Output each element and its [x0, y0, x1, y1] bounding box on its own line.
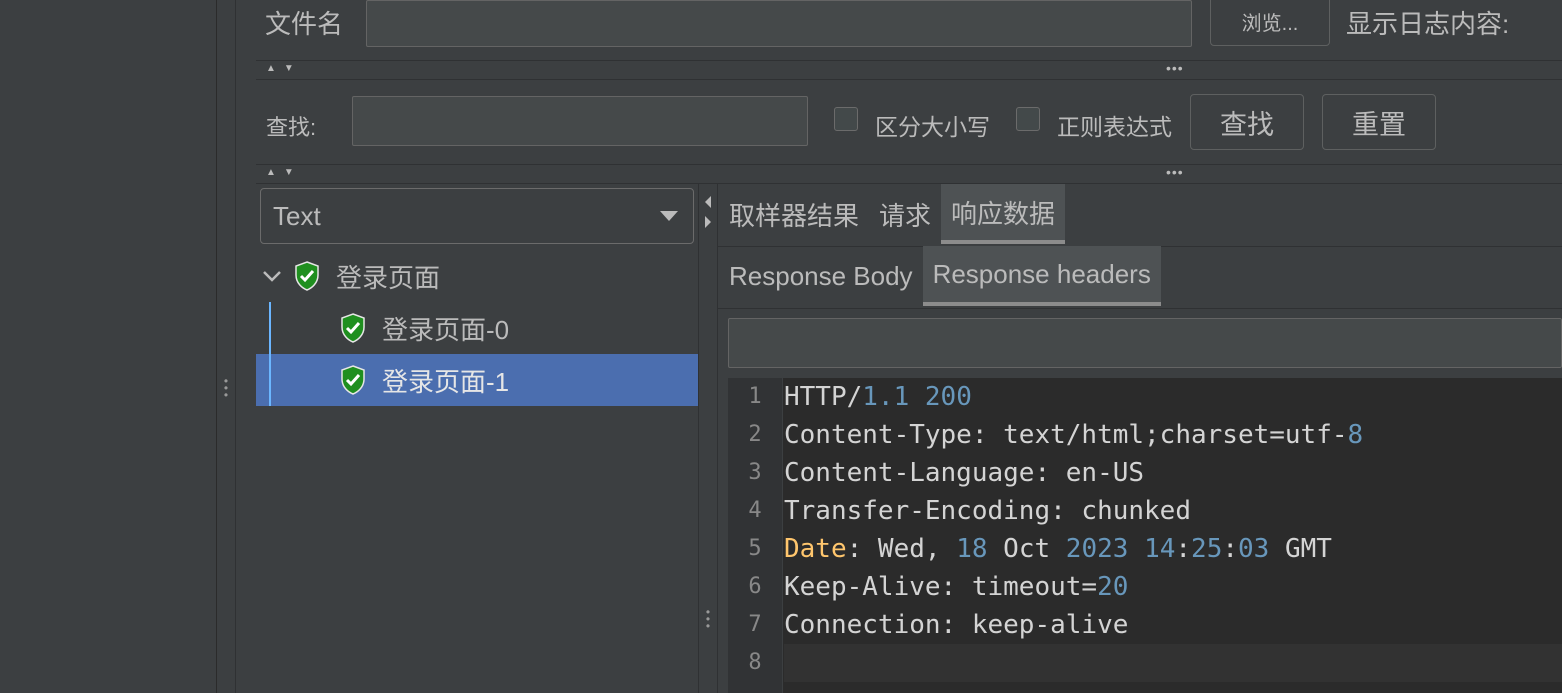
splitter-grip-icon[interactable]: • • • — [222, 375, 230, 401]
case-sensitive-label: 区分大小写 — [875, 114, 990, 140]
renderer-select[interactable]: Text — [260, 188, 694, 244]
code-line: Content-Type: text/html;charset=utf-8 — [784, 420, 1364, 450]
search-input[interactable] — [352, 96, 808, 146]
code-line: Date: Wed, 18 Oct 2023 14:25:03 GMT — [784, 534, 1332, 564]
file-name-label: 文件名 — [265, 9, 344, 39]
drag-handle-icon[interactable]: ••• — [1166, 164, 1184, 180]
code-line: Connection: keep-alive — [784, 610, 1129, 640]
code-line: HTTP/1.1 200 — [784, 382, 972, 412]
collapse-arrows-icon[interactable] — [704, 194, 712, 230]
tree-detail-splitter[interactable]: • • • — [698, 184, 718, 693]
line-number: 1 — [748, 384, 762, 409]
drag-handle-icon[interactable]: ••• — [1166, 60, 1184, 76]
main-tabs: 取样器结果 请求 响应数据 — [718, 184, 1562, 247]
code-area[interactable]: HTTP/1.1 200 Content-Type: text/html;cha… — [784, 378, 1562, 682]
code-line-current — [784, 644, 1562, 682]
response-headers-editor[interactable]: 1 2 3 4 5 6 7 8 HTTP/1.1 200 Content-Typ… — [728, 378, 1562, 693]
response-filter-input[interactable] — [728, 318, 1562, 368]
chevron-down-icon[interactable] — [262, 269, 282, 283]
regex-checkbox[interactable] — [1016, 107, 1040, 131]
up-down-arrows-icon[interactable]: ▲▼ — [266, 167, 302, 178]
tree-node-root[interactable]: 登录页面 — [256, 250, 698, 302]
code-line: Transfer-Encoding: chunked — [784, 496, 1191, 526]
regex-label: 正则表达式 — [1057, 114, 1172, 140]
left-panel — [0, 0, 217, 693]
shield-check-icon — [341, 365, 365, 395]
tree-node-child-label: 登录页面-1 — [382, 366, 510, 397]
results-tree[interactable]: 登录页面 登录页面-0 登录页面-1 — [256, 250, 698, 406]
line-number: 5 — [748, 536, 762, 561]
tab-response-headers[interactable]: Response headers — [922, 246, 1161, 306]
left-splitter[interactable]: • • • — [217, 0, 236, 693]
reset-button[interactable]: 重置 — [1322, 94, 1436, 150]
tree-node-child-0[interactable]: 登录页面-0 — [256, 302, 698, 354]
renderer-select-value: Text — [273, 201, 321, 231]
tab-response-body[interactable]: Response Body — [718, 246, 923, 306]
search-label: 查找: — [266, 115, 317, 140]
split-bar-middle[interactable]: ▲▼ ••• — [256, 164, 1562, 184]
tree-guide-line — [269, 354, 271, 406]
shield-check-icon — [341, 313, 365, 343]
tab-request[interactable]: 请求 — [869, 184, 941, 244]
line-number: 2 — [748, 422, 762, 447]
dropdown-arrow-icon — [660, 211, 678, 221]
code-line: Keep-Alive: timeout=20 — [784, 572, 1129, 602]
tree-node-child-1-selected[interactable]: 登录页面-1 — [256, 354, 698, 406]
code-line: Content-Language: en-US — [784, 458, 1145, 488]
sub-tabs: Response Body Response headers — [718, 246, 1562, 309]
case-sensitive-checkbox[interactable] — [834, 107, 858, 131]
tree-guide-line — [269, 302, 271, 354]
splitter-grip-icon[interactable]: • • • — [704, 606, 712, 632]
tab-response-data[interactable]: 响应数据 — [941, 184, 1066, 244]
line-number: 8 — [748, 650, 762, 675]
show-log-label: 显示日志内容: — [1346, 9, 1510, 39]
line-number: 4 — [748, 498, 762, 523]
line-number: 7 — [748, 612, 762, 637]
line-number: 6 — [748, 574, 762, 599]
up-down-arrows-icon[interactable]: ▲▼ — [266, 63, 302, 74]
line-number-gutter: 1 2 3 4 5 6 7 8 — [728, 378, 783, 693]
file-name-input[interactable] — [366, 0, 1192, 47]
tree-node-root-label: 登录页面 — [336, 262, 441, 293]
split-bar-top[interactable]: ▲▼ ••• — [256, 60, 1562, 80]
find-button[interactable]: 查找 — [1190, 94, 1304, 150]
tree-node-child-label: 登录页面-0 — [382, 314, 510, 345]
tab-sampler-result[interactable]: 取样器结果 — [718, 184, 869, 244]
shield-check-icon — [295, 261, 319, 291]
browse-button[interactable]: 浏览... — [1210, 0, 1330, 46]
line-number: 3 — [748, 460, 762, 485]
